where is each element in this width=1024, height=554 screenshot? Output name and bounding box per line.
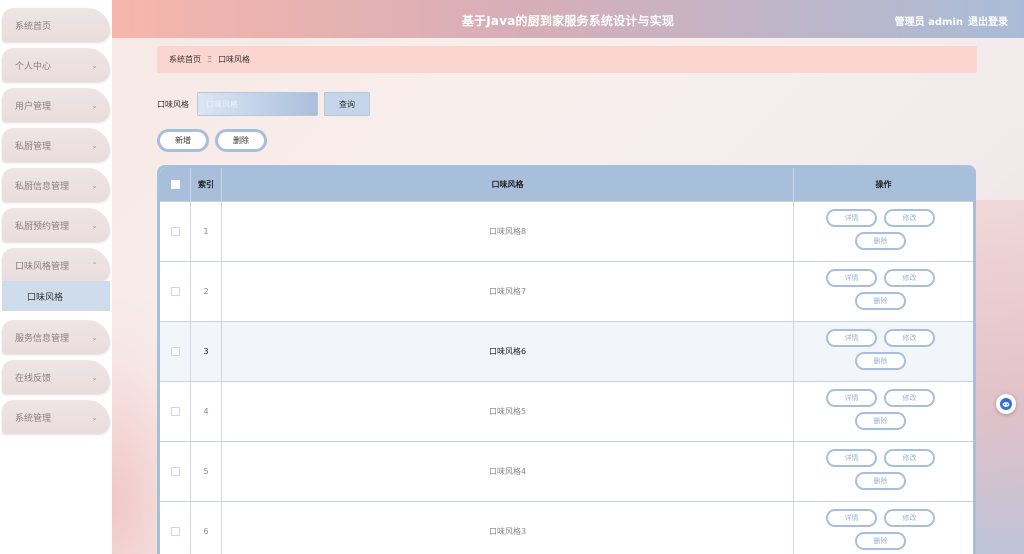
submenu-item-taste-style[interactable]: 口味风格 [2,281,110,311]
chevron-down-icon: ⌄ [91,332,98,342]
header-ops: 操作 [793,168,973,201]
row-index: 5 [190,442,221,501]
delete-button[interactable]: 删除 [855,411,906,430]
detail-button[interactable]: 详情 [826,208,877,227]
chevron-down-icon: ⌄ [91,180,98,190]
chevron-down-icon: ⌄ [91,60,98,70]
table-header: 索引 口味风格 操作 [160,168,973,201]
header-index: 索引 [190,168,221,201]
row-name: 口味风格6 [221,322,793,381]
breadcrumb-home[interactable]: 系统首页 [169,54,201,65]
app-title: 基于Java的厨到家服务系统设计与实现 [461,14,675,28]
row-checkbox[interactable] [170,407,180,416]
row-index: 4 [190,382,221,441]
row-checkbox[interactable] [170,287,180,296]
sidebar-item-chef-booking[interactable]: 私厨预约管理 ⌄ [2,208,110,242]
breadcrumb: 系统首页 Ξ 口味风格 [157,46,977,73]
chevron-down-icon: ⌄ [91,372,98,382]
assistant-icon[interactable] [996,394,1016,414]
assistant-glyph-icon [1000,398,1012,410]
delete-button[interactable]: 删除 [855,231,906,250]
detail-button[interactable]: 详情 [826,448,877,467]
search-input[interactable] [197,92,318,116]
detail-button[interactable]: 详情 [826,508,877,527]
row-name: 口味风格4 [221,442,793,501]
row-index: 1 [190,202,221,261]
row-name: 口味风格3 [221,502,793,554]
detail-button[interactable]: 详情 [826,328,877,347]
sidebar-item-label: 私厨管理 [15,141,52,152]
detail-button[interactable]: 详情 [826,268,877,287]
row-name: 口味风格7 [221,262,793,321]
submenu-item-label: 口味风格 [27,292,64,303]
table-row: 6 口味风格3 详情 修改 删除 [160,501,973,554]
table-row: 1 口味风格8 详情 修改 删除 [160,201,973,261]
row-checkbox[interactable] [170,527,180,536]
top-header: 基于Java的厨到家服务系统设计与实现 管理员 admin 退出登录 [112,0,1024,38]
select-all-checkbox[interactable] [170,180,180,189]
sidebar-item-label: 私厨信息管理 [15,181,70,192]
sidebar-item-users[interactable]: 用户管理 ⌄ [2,88,110,122]
sidebar-item-profile[interactable]: 个人中心 ⌄ [2,48,110,82]
delete-button[interactable]: 删除 [855,291,906,310]
delete-button[interactable]: 删除 [855,351,906,370]
sidebar-item-feedback[interactable]: 在线反馈 ⌄ [2,360,110,394]
sidebar-item-label: 用户管理 [15,101,52,112]
sidebar-item-label: 个人中心 [15,61,52,72]
edit-button[interactable]: 修改 [884,208,935,227]
row-checkbox[interactable] [170,467,180,476]
row-index: 6 [190,502,221,554]
sidebar-item-chefs[interactable]: 私厨管理 ⌄ [2,128,110,162]
row-name: 口味风格5 [221,382,793,441]
sidebar-item-label: 系统首页 [15,21,52,32]
sidebar-item-system[interactable]: 系统管理 ⌄ [2,400,110,434]
chevron-down-icon: ⌄ [91,140,98,150]
search-label: 口味风格 [157,100,189,109]
detail-button[interactable]: 详情 [826,388,877,407]
sidebar-item-label: 服务信息管理 [15,333,70,344]
sidebar-item-label: 在线反馈 [15,373,52,384]
table-row: 5 口味风格4 详情 修改 删除 [160,441,973,501]
row-name: 口味风格8 [221,202,793,261]
sidebar-item-label: 系统管理 [15,413,52,424]
sidebar-item-chef-info[interactable]: 私厨信息管理 ⌄ [2,168,110,202]
chevron-up-icon: ⌃ [91,260,98,270]
table-row: 4 口味风格5 详情 修改 删除 [160,381,973,441]
logout-link[interactable]: 退出登录 [968,13,1008,28]
header-name: 口味风格 [221,168,793,201]
edit-button[interactable]: 修改 [884,508,935,527]
sidebar-item-taste-style[interactable]: 口味风格管理 ⌃ [2,248,110,282]
row-checkbox[interactable] [170,227,180,236]
sidebar-item-label: 私厨预约管理 [15,221,70,232]
batch-delete-button[interactable]: 删除 [215,129,267,152]
breadcrumb-separator: Ξ [207,55,213,64]
chevron-down-icon: ⌄ [91,412,98,422]
sidebar-item-service-info[interactable]: 服务信息管理 ⌄ [2,320,110,354]
table-row: 3 口味风格6 详情 修改 删除 [160,321,973,381]
add-button[interactable]: 新增 [157,129,209,152]
delete-button[interactable]: 删除 [855,531,906,550]
search-button[interactable]: 查询 [324,92,370,116]
chevron-down-icon: ⌄ [91,100,98,110]
sidebar-item-label: 口味风格管理 [15,261,70,272]
edit-button[interactable]: 修改 [884,268,935,287]
edit-button[interactable]: 修改 [884,448,935,467]
sidebar-item-home[interactable]: 系统首页 [2,8,110,42]
delete-button[interactable]: 删除 [855,471,906,490]
edit-button[interactable]: 修改 [884,328,935,347]
data-table: 索引 口味风格 操作 1 口味风格8 详情 修改 删除 2 口味风格7 详情 修… [157,165,976,554]
table-row: 2 口味风格7 详情 修改 删除 [160,261,973,321]
chevron-down-icon: ⌄ [91,220,98,230]
row-index: 2 [190,262,221,321]
row-index: 3 [190,322,221,381]
breadcrumb-current: 口味风格 [218,55,251,64]
sidebar: 系统首页 个人中心 ⌄ 用户管理 ⌄ 私厨管理 ⌄ 私厨信息管理 ⌄ 私厨预约管… [0,0,112,554]
row-checkbox[interactable] [170,347,180,356]
edit-button[interactable]: 修改 [884,388,935,407]
current-user: 管理员 admin [894,17,963,28]
